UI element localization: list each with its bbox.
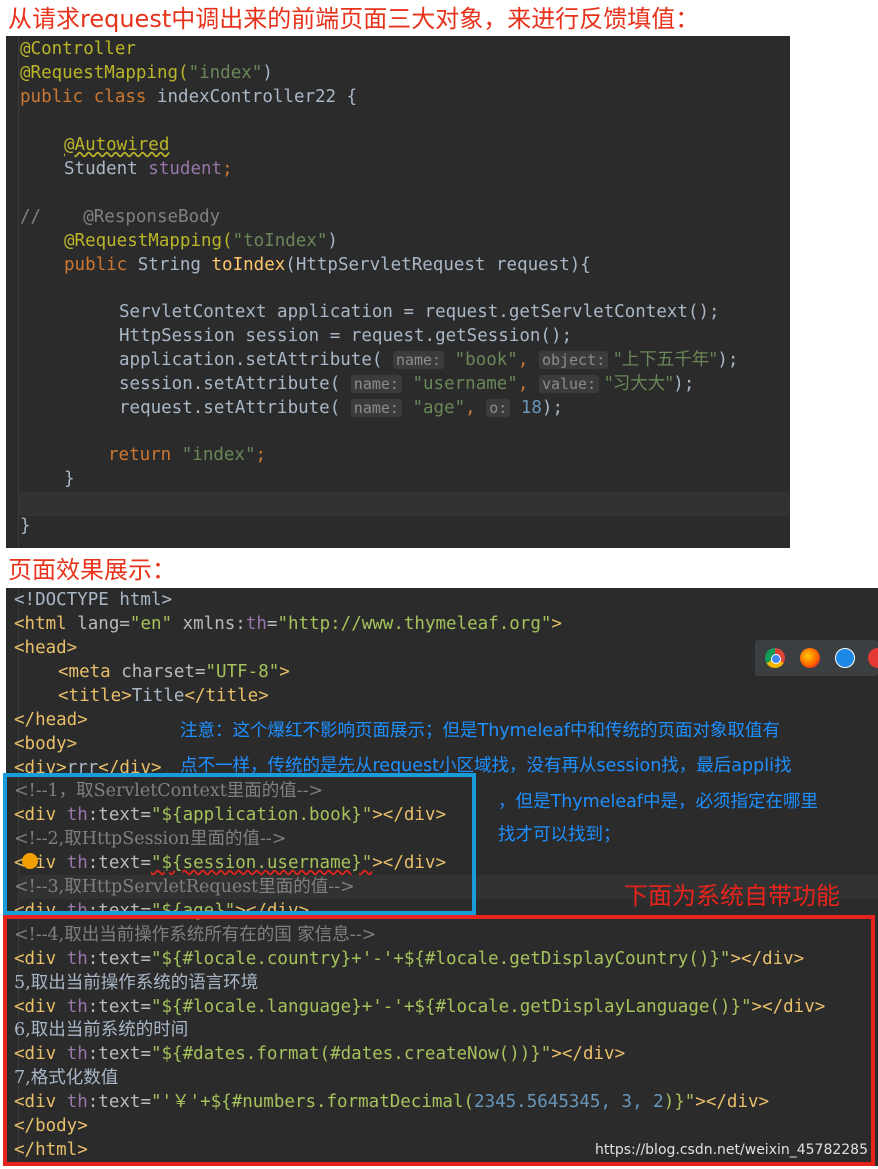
code-token: >: [279, 662, 290, 682]
firefox-icon[interactable]: [800, 648, 820, 668]
system-functions-highlight-box: [3, 915, 875, 1166]
code-token: "http://www.thymeleaf.org": [277, 614, 552, 634]
code-token: );: [717, 350, 739, 370]
string-literal: "index": [188, 63, 263, 83]
code-line: <html lang="en" xmlns:th="http://www.thy…: [14, 613, 562, 637]
code-token: );: [541, 398, 563, 418]
watermark: https://blog.csdn.net/weixin_45782285: [594, 1142, 868, 1158]
string-literal: "上下五千年": [608, 350, 718, 370]
code-token: <meta: [58, 662, 122, 682]
code-token: >: [551, 614, 562, 634]
code-token: </title>: [184, 686, 269, 706]
code-token: lang=: [77, 614, 130, 634]
code-line: session.setAttribute( name: "username", …: [119, 373, 694, 397]
code-token: ;: [255, 445, 267, 465]
system-functions-label: 下面为系统自带功能: [624, 882, 840, 910]
code-line: @Controller: [20, 38, 136, 62]
editor-gutter: [6, 36, 19, 548]
string-literal: "index": [171, 445, 256, 465]
keyword: return: [108, 445, 172, 465]
code-token: request.setAttribute(: [119, 398, 351, 418]
code-token: "en": [129, 614, 173, 634]
string-literal: "习大大": [599, 374, 674, 394]
code-token: ): [262, 63, 273, 83]
code-line: <title>Title</title>: [58, 685, 269, 709]
browser-icons-bar: [755, 640, 878, 676]
code-line: HttpSession session = request.getSession…: [119, 326, 573, 346]
code-token: application.setAttribute(: [119, 350, 393, 370]
code-line: </head>: [14, 710, 88, 730]
code-line: Student student;: [64, 158, 233, 182]
keyword: public class: [20, 87, 147, 107]
string-literal: "age": [401, 398, 466, 418]
note-line: ，但是Thymeleaf中是，必须指定在哪里: [498, 792, 818, 812]
code-token: ,: [465, 398, 487, 418]
string-literal: "username": [401, 374, 518, 394]
code-line: @RequestMapping("index"): [20, 62, 273, 86]
type-name: String: [127, 255, 212, 275]
note-line: 找才可以找到；: [498, 825, 621, 845]
code-line: public class indexController22 {: [20, 86, 357, 110]
chrome-icon[interactable]: [765, 648, 785, 668]
param-hint: name:: [350, 399, 402, 417]
annotation-requestmapping: @RequestMapping(: [20, 63, 189, 83]
code-line: <meta charset="UTF-8">: [58, 661, 290, 685]
param-hint: o:: [486, 399, 511, 417]
type-name: Student: [64, 159, 149, 179]
code-token: Title: [131, 686, 185, 706]
code-line: }: [20, 516, 31, 536]
field-name: student: [148, 159, 223, 179]
code-line: <head>: [14, 638, 78, 658]
code-token: session.setAttribute(: [119, 374, 351, 394]
string-literal: "toIndex": [232, 231, 328, 251]
annotation-controller: @Controller: [20, 39, 136, 59]
annotation-requestmapping: @RequestMapping(: [64, 231, 233, 251]
code-token: "UTF-8": [205, 662, 280, 682]
method-name: toIndex: [211, 255, 286, 275]
code-line: public String toIndex(HttpServletRequest…: [64, 254, 591, 278]
code-token: ,: [517, 350, 539, 370]
code-line: }: [64, 469, 75, 489]
opera-icon[interactable]: [868, 648, 878, 668]
java-code-editor: @Controller @RequestMapping("index") pub…: [6, 36, 790, 548]
code-token: =: [266, 614, 278, 634]
code-token: ,: [517, 374, 539, 394]
code-token: <html: [14, 614, 78, 634]
code-token: (HttpServletRequest request){: [285, 255, 591, 275]
code-line: @RequestMapping("toIndex"): [64, 230, 338, 254]
section-title-page-result: 页面效果展示：: [8, 556, 176, 584]
number-literal: 18: [510, 398, 542, 418]
note-line: 注意：这个爆红不影响页面展示；但是Thymeleaf中和传统的页面对象取值有: [180, 721, 780, 741]
param-hint: object:: [538, 351, 609, 369]
code-line: @Autowired: [64, 134, 169, 158]
code-token: <title>: [58, 686, 132, 706]
code-token: charset=: [121, 662, 206, 682]
annotation-autowired: @Autowired: [64, 135, 170, 155]
string-literal: "book": [444, 350, 518, 370]
request-scope-highlight-box: [3, 773, 476, 915]
param-hint: name:: [392, 351, 445, 369]
param-hint: name:: [350, 375, 402, 393]
code-line: request.setAttribute( name: "age", o: 18…: [119, 397, 563, 421]
current-line-highlight: [19, 492, 790, 516]
safari-icon[interactable]: [835, 648, 855, 668]
param-hint: value:: [538, 375, 600, 393]
keyword: public: [64, 255, 128, 275]
code-line: application.setAttribute( name: "book", …: [119, 349, 738, 373]
code-token: xmlns:: [172, 614, 246, 634]
section-title-request-objects: 从请求request中调出来的前端页面三大对象，来进行反馈填值：: [8, 5, 700, 33]
code-comment: // @ResponseBody: [20, 207, 221, 227]
code-line: <!DOCTYPE html>: [14, 590, 173, 610]
code-line: <body>: [14, 734, 78, 754]
code-token: th: [245, 614, 267, 634]
class-name: indexController22 {: [146, 87, 358, 107]
code-line: return "index";: [108, 444, 266, 468]
code-token: ;: [222, 159, 233, 179]
code-token: ): [327, 231, 338, 251]
code-line: ServletContext application = request.get…: [119, 302, 720, 322]
code-token: );: [673, 374, 695, 394]
